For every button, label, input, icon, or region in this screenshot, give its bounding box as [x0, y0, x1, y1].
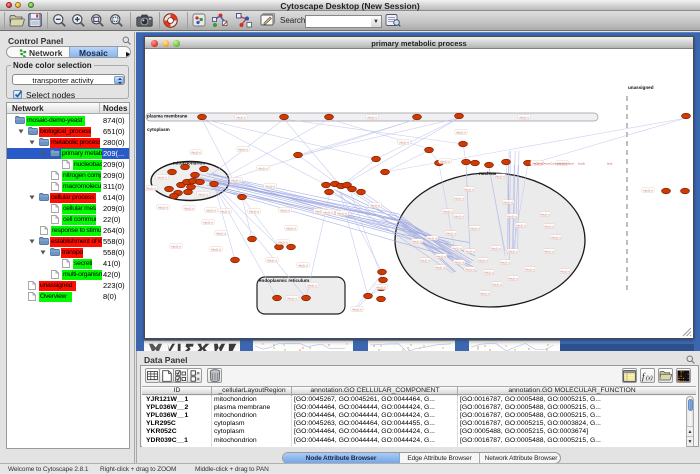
- svg-text:Abc1(+): Abc1(+): [278, 240, 288, 244]
- svg-text:Abc1(+): Abc1(+): [456, 130, 466, 134]
- svg-text:Abc1(+): Abc1(+): [544, 224, 554, 228]
- svg-text:mitochondrion: mitochondrion: [173, 161, 205, 166]
- svg-text:Abc1(+): Abc1(+): [376, 285, 386, 289]
- svg-text:cytoplasm: cytoplasm: [147, 127, 170, 132]
- svg-text:Abc1(+): Abc1(+): [452, 246, 462, 250]
- svg-text:Abc1(+): Abc1(+): [480, 291, 490, 295]
- svg-text:Abc1(+): Abc1(+): [298, 263, 308, 267]
- svg-text:Abc1(+): Abc1(+): [427, 236, 437, 240]
- svg-text:Abc1(+): Abc1(+): [540, 212, 550, 216]
- svg-text:xGxxxDxxxxCxxxphxxdxlxsxd: xGxxxDxxxxCxxxphxxdxlxsxd: [534, 162, 574, 166]
- svg-text:Abc1(+): Abc1(+): [492, 282, 502, 286]
- svg-text:Abc1(+): Abc1(+): [443, 209, 453, 213]
- svg-text:Abc1(+): Abc1(+): [337, 211, 347, 215]
- svg-text:Abc1(+): Abc1(+): [495, 174, 505, 178]
- svg-text:Abc1(+): Abc1(+): [454, 260, 464, 264]
- svg-text:Abc1(+): Abc1(+): [465, 249, 475, 253]
- svg-text:Abc1(+): Abc1(+): [280, 208, 290, 212]
- svg-text:Abc1(+): Abc1(+): [367, 115, 377, 119]
- svg-text:Abc1(+): Abc1(+): [146, 186, 156, 190]
- svg-text:Abc1(+): Abc1(+): [307, 283, 317, 287]
- svg-text:Abc1(+): Abc1(+): [216, 231, 226, 235]
- svg-text:Abc1(+): Abc1(+): [267, 258, 277, 262]
- svg-text:lxxd: lxxd: [607, 162, 613, 166]
- svg-text:(x): (x): [646, 374, 653, 381]
- svg-text:endoplasmic reticulum: endoplasmic reticulum: [259, 278, 309, 283]
- svg-text:Abc1(+): Abc1(+): [231, 178, 241, 182]
- svg-text:Abc1(+): Abc1(+): [500, 260, 510, 264]
- svg-text:Abc1(+): Abc1(+): [249, 209, 259, 213]
- svg-text:Abc1(+): Abc1(+): [206, 208, 216, 212]
- svg-text:Abc1(+): Abc1(+): [236, 115, 246, 119]
- svg-text:Abc1(+): Abc1(+): [184, 206, 194, 210]
- svg-text:Abc1(+): Abc1(+): [465, 267, 475, 271]
- svg-text:Abc1(+): Abc1(+): [525, 267, 535, 271]
- svg-text:Abc1(+): Abc1(+): [399, 140, 409, 144]
- svg-text:Abc1(+): Abc1(+): [560, 269, 570, 273]
- svg-text:Abc1(+): Abc1(+): [352, 307, 362, 311]
- svg-text:Abc1(+): Abc1(+): [470, 226, 480, 230]
- svg-text:Abc1(+): Abc1(+): [158, 205, 168, 209]
- svg-text:Abc1(+): Abc1(+): [478, 258, 488, 262]
- svg-text:Abc1(+): Abc1(+): [484, 270, 494, 274]
- svg-text:Abc1(+): Abc1(+): [258, 166, 268, 170]
- svg-text:Abc1(+): Abc1(+): [238, 147, 248, 151]
- svg-text:Abc1(+): Abc1(+): [519, 115, 529, 119]
- svg-text:Abc1(+): Abc1(+): [446, 231, 456, 235]
- svg-text:Abc1(+): Abc1(+): [203, 220, 213, 224]
- svg-text:Abc1(+): Abc1(+): [420, 258, 430, 262]
- svg-text:Abc1(+): Abc1(+): [370, 203, 380, 207]
- svg-text:Abc1(+): Abc1(+): [220, 209, 230, 213]
- svg-text:unassigned: unassigned: [628, 85, 654, 90]
- svg-text:Abc1(+): Abc1(+): [507, 214, 517, 218]
- svg-text:Abc1(+): Abc1(+): [544, 249, 554, 253]
- svg-text:Abc1(+): Abc1(+): [287, 296, 297, 300]
- svg-text:Abc1(+): Abc1(+): [516, 223, 526, 227]
- svg-text:Abc1(+): Abc1(+): [454, 196, 464, 200]
- svg-text:Abc1(+): Abc1(+): [435, 265, 445, 269]
- svg-text:Abc1(+): Abc1(+): [508, 276, 518, 280]
- svg-text:Abc1(+): Abc1(+): [508, 249, 518, 253]
- svg-text:Abc1(+): Abc1(+): [464, 187, 474, 191]
- svg-text:Abc1(+): Abc1(+): [551, 235, 561, 239]
- svg-text:Abc1(+): Abc1(+): [436, 254, 446, 258]
- svg-text:(xxd): (xxd): [578, 162, 585, 166]
- svg-text:Abc1(+): Abc1(+): [454, 214, 464, 218]
- svg-text:Abc1(+): Abc1(+): [286, 226, 296, 230]
- svg-text:nucleus: nucleus: [479, 171, 497, 176]
- svg-text:Abc1(+): Abc1(+): [198, 192, 208, 196]
- svg-text:Abc1(+): Abc1(+): [171, 244, 181, 248]
- svg-text:Abc1(+): Abc1(+): [191, 150, 201, 154]
- svg-text:Abc1(+): Abc1(+): [643, 188, 653, 192]
- svg-text:Abc1(+): Abc1(+): [440, 159, 450, 163]
- svg-text:Abc1(+): Abc1(+): [503, 200, 513, 204]
- svg-text:plasma membrane: plasma membrane: [147, 114, 188, 119]
- svg-text:Abc1(+): Abc1(+): [157, 175, 167, 179]
- svg-text:Abc1(+): Abc1(+): [412, 239, 422, 243]
- svg-text:Abc1(+): Abc1(+): [491, 246, 501, 250]
- svg-text:Abc1(+): Abc1(+): [265, 184, 275, 188]
- svg-text:Abc1(+): Abc1(+): [323, 210, 333, 214]
- svg-text:Abc1(+): Abc1(+): [211, 247, 221, 251]
